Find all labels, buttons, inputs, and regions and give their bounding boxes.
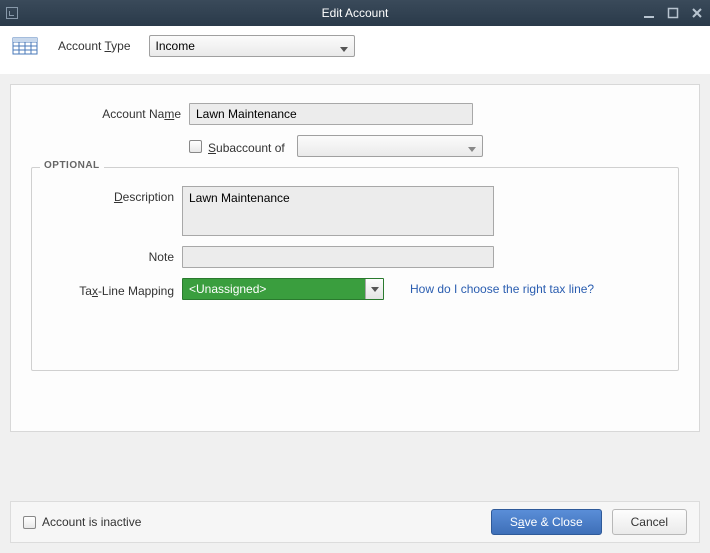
chevron-down-icon xyxy=(365,279,383,299)
account-type-label: Account Type xyxy=(58,39,131,53)
footer: Account is inactive Save & Close Cancel xyxy=(10,501,700,543)
taxline-value: <Unassigned> xyxy=(189,282,266,296)
minimize-icon[interactable] xyxy=(642,6,656,20)
main-panel: Account Name Subaccount of OPTIONAL Desc… xyxy=(10,84,700,432)
note-input[interactable] xyxy=(182,246,494,268)
cancel-button[interactable]: Cancel xyxy=(612,509,687,535)
taxline-label: Tax-Line Mapping xyxy=(46,280,174,298)
account-type-select[interactable]: Income xyxy=(149,35,355,57)
inactive-label: Account is inactive xyxy=(42,515,141,529)
account-name-label: Account Name xyxy=(31,103,181,121)
note-label: Note xyxy=(46,246,174,264)
optional-fieldset: OPTIONAL Description Lawn Maintenance No… xyxy=(31,167,679,371)
optional-legend: OPTIONAL xyxy=(40,160,104,171)
account-name-input[interactable] xyxy=(189,103,473,125)
description-input[interactable]: Lawn Maintenance xyxy=(182,186,494,236)
subaccount-label: Subaccount of xyxy=(208,137,285,155)
chevron-down-icon xyxy=(340,42,348,50)
taxline-select[interactable]: <Unassigned> xyxy=(182,278,384,300)
subaccount-select[interactable] xyxy=(297,135,483,157)
titlebar: Edit Account xyxy=(0,0,710,26)
chevron-down-icon xyxy=(468,142,476,150)
close-icon[interactable] xyxy=(690,6,704,20)
account-type-value: Income xyxy=(156,39,195,53)
inactive-checkbox[interactable] xyxy=(23,516,36,529)
description-label: Description xyxy=(46,186,174,204)
maximize-icon[interactable] xyxy=(666,6,680,20)
top-section: Account Type Income xyxy=(0,26,710,74)
popup-icon[interactable] xyxy=(6,7,18,19)
subaccount-checkbox[interactable] xyxy=(189,140,202,153)
tax-help-link[interactable]: How do I choose the right tax line? xyxy=(410,282,594,296)
window-title: Edit Account xyxy=(322,6,389,20)
save-close-button[interactable]: Save & Close xyxy=(491,509,602,535)
account-grid-icon xyxy=(12,34,40,58)
